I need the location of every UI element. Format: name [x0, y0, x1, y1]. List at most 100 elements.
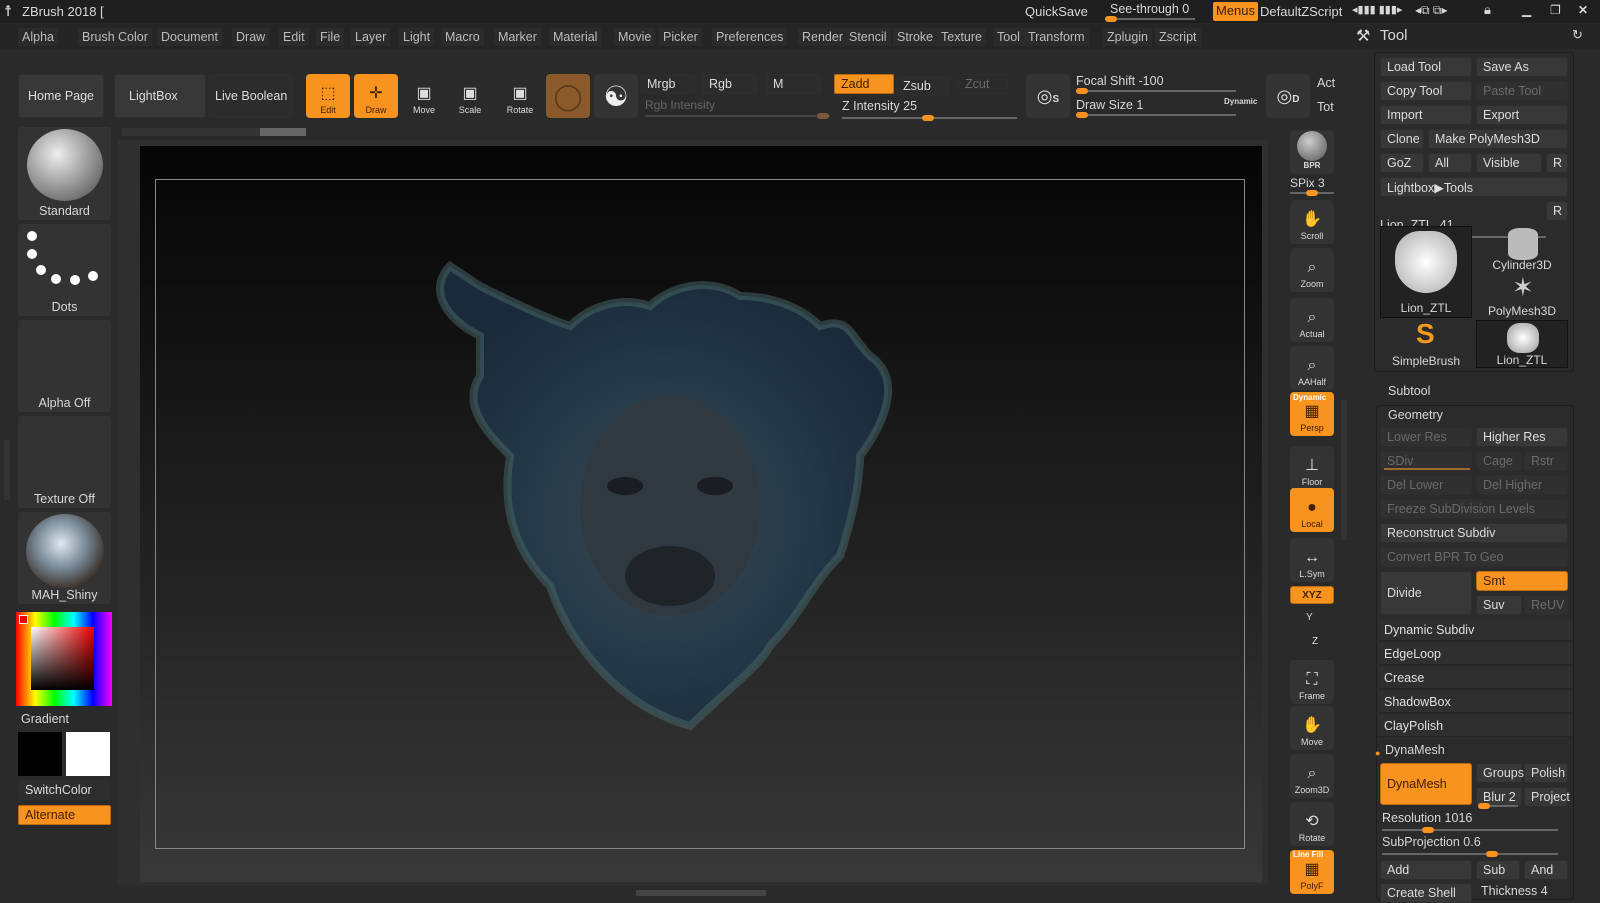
section-shadowbox[interactable]: ShadowBox [1378, 691, 1572, 713]
tool-thumb-lion[interactable]: Lion_ZTL [1380, 226, 1472, 318]
create-shell-button[interactable]: Create Shell [1380, 883, 1472, 903]
menu-material[interactable]: Material [549, 28, 602, 46]
aahalf-button[interactable]: ⌕ AAHalf [1290, 346, 1334, 390]
tool-thumb-lion-2[interactable]: Lion_ZTL [1476, 320, 1568, 368]
z-intensity-slider[interactable]: Z Intensity 25 [842, 99, 1017, 121]
material-sphere-button[interactable]: ◯ [546, 74, 590, 118]
brush-selector[interactable]: Standard [18, 127, 111, 220]
tool-thumb-polymesh[interactable]: ✶ PolyMesh3D [1476, 272, 1568, 318]
rgb-intensity-slider[interactable]: Rgb Intensity [645, 98, 830, 120]
section-edgeloop[interactable]: EdgeLoop [1378, 643, 1572, 665]
layout-icon[interactable]: ◂⧉ ⧉▸ [1415, 3, 1448, 18]
resolution-slider[interactable]: Resolution 1016 [1382, 811, 1562, 833]
close-icon[interactable]: ✕ [1578, 3, 1588, 17]
sdiv-slider[interactable] [1384, 468, 1470, 470]
menu-draw[interactable]: Draw [232, 28, 270, 46]
menu-tool[interactable]: Tool [993, 28, 1024, 46]
and-button[interactable]: And [1524, 860, 1568, 880]
draw-button[interactable]: ✛ Draw [354, 74, 398, 118]
document-canvas[interactable] [140, 146, 1262, 882]
main-color-swatch[interactable] [18, 732, 62, 776]
dynamesh-section[interactable]: DynaMesh [1385, 743, 1445, 757]
switchcolor-button[interactable]: SwitchColor [18, 780, 111, 800]
section-crease[interactable]: Crease [1378, 667, 1572, 689]
cage-button[interactable]: Cage [1476, 451, 1522, 471]
color-picker[interactable] [16, 612, 112, 706]
reuv-button[interactable]: ReUV [1524, 595, 1568, 615]
focal-shift-slider[interactable]: Focal Shift -100 [1076, 74, 1236, 94]
reconstruct-button[interactable]: Reconstruct Subdiv [1380, 523, 1568, 543]
menus-button[interactable]: Menus [1213, 2, 1259, 21]
menu-movie[interactable]: Movie [614, 28, 656, 46]
secondary-color-swatch[interactable] [66, 732, 110, 776]
paste-button[interactable]: Paste Tool [1476, 81, 1568, 101]
menu-light[interactable]: Light [399, 28, 435, 46]
actual-button[interactable]: ⌕ Actual [1290, 298, 1334, 342]
tool-thumb-cylinder[interactable]: Cylinder3D [1476, 226, 1568, 272]
m-button[interactable]: M [766, 74, 822, 94]
menu-preferences[interactable]: Preferences [712, 28, 788, 46]
geometry-section[interactable]: Geometry [1388, 408, 1443, 422]
menu-zscript[interactable]: Zscript [1155, 28, 1201, 46]
quicksave-button[interactable]: QuickSave [1025, 4, 1088, 19]
zsub-button[interactable]: Zsub [896, 76, 950, 96]
menu-macro[interactable]: Macro [441, 28, 484, 46]
xyz-symmetry-button[interactable]: XYZ [1290, 586, 1334, 604]
lower-res-button[interactable]: Lower Res [1380, 427, 1472, 447]
menu-render[interactable]: Render [798, 28, 847, 46]
local-button[interactable]: ● Local [1290, 488, 1334, 532]
menu-file[interactable]: File [316, 28, 345, 46]
all-button[interactable]: All [1428, 153, 1472, 173]
tool-thumb-simplebrush[interactable]: S SimpleBrush [1380, 318, 1472, 368]
make-polymesh-button[interactable]: Make PolyMesh3D [1428, 129, 1568, 149]
alpha-selector[interactable]: Alpha Off [18, 320, 111, 412]
lightbox-button[interactable]: LightBox [114, 74, 206, 118]
import-button[interactable]: Import [1380, 105, 1472, 125]
menu-document[interactable]: Document [157, 28, 222, 46]
zadd-button[interactable]: Zadd [834, 74, 894, 94]
clone-button[interactable]: Clone [1380, 129, 1424, 149]
menu-marker[interactable]: Marker [494, 28, 541, 46]
menu-alpha[interactable]: Alpha [18, 28, 58, 46]
menu-picker[interactable]: Picker [659, 28, 702, 46]
bpr-button[interactable]: BPR [1290, 130, 1334, 174]
rgb-button[interactable]: Rgb [702, 74, 758, 94]
zcut-button[interactable]: Zcut [958, 74, 1008, 94]
frame-button[interactable]: ⛶ Frame [1290, 660, 1334, 704]
rstr-button[interactable]: Rstr [1524, 451, 1568, 471]
restore-icon[interactable]: ❐ [1550, 3, 1561, 17]
minimize-icon[interactable]: ▁ [1522, 3, 1531, 17]
zoom3d-button[interactable]: ⌕ Zoom3D [1290, 754, 1334, 798]
edit-button[interactable]: ⬚ Edit [306, 74, 350, 118]
menu-layer[interactable]: Layer [351, 28, 391, 46]
floor-button[interactable]: ⊥ Floor [1290, 446, 1334, 490]
right-tray-handle[interactable] [1341, 400, 1347, 540]
menu-transform[interactable]: Transform [1024, 28, 1089, 46]
freeze-button[interactable]: Freeze SubDivision Levels [1380, 499, 1568, 519]
polish-button[interactable]: Polish [1524, 763, 1568, 783]
copy-button[interactable]: Copy Tool [1380, 81, 1472, 101]
gradient-label[interactable]: Gradient [21, 712, 69, 726]
menu-zplugin[interactable]: Zplugin [1103, 28, 1152, 46]
divide-button[interactable]: Divide [1380, 571, 1472, 615]
section-dynamic-subdiv[interactable]: Dynamic Subdiv [1378, 619, 1572, 641]
menu-edit[interactable]: Edit [279, 28, 309, 46]
scroll-button[interactable]: ✋ Scroll [1290, 200, 1334, 244]
dynamesh-button[interactable]: DynaMesh [1380, 763, 1472, 805]
z-symmetry-button[interactable]: Z [1312, 636, 1318, 647]
lsym-button[interactable]: ↔ L.Sym [1290, 538, 1334, 582]
visible-button[interactable]: Visible [1476, 153, 1542, 173]
canvas-scrollbar[interactable] [122, 128, 306, 136]
texture-selector[interactable]: Texture Off [18, 416, 111, 508]
rotate-button[interactable]: ⟲ Rotate [1290, 802, 1334, 846]
default-zscript-button[interactable]: DefaultZScript [1260, 4, 1342, 19]
move-button[interactable]: ✋ Move [1290, 706, 1334, 750]
bottom-tray-handle[interactable] [636, 890, 766, 896]
lightbox-tools-button[interactable]: Lightbox▶Tools [1380, 177, 1568, 197]
smt-button[interactable]: Smt [1476, 571, 1568, 591]
thickness-slider[interactable]: Thickness 4 [1481, 884, 1548, 898]
draw-size-slider[interactable]: Draw Size 1 [1076, 98, 1236, 118]
dynamic-toggle[interactable]: Dynamic [1224, 97, 1257, 106]
export-button[interactable]: Export [1476, 105, 1568, 125]
y-symmetry-button[interactable]: Y [1306, 612, 1313, 623]
